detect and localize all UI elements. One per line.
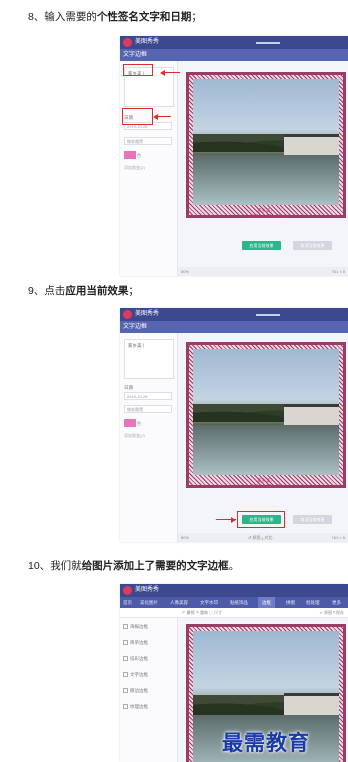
settings-panel: 家乡美丨 日期 2019-10-28 微软雅黑 色 添加渐变(2) [120, 61, 178, 276]
status-bar: 80% ↺ 原图 ⤓ 对比 761 × 5 [178, 533, 348, 542]
app-logo-icon [123, 38, 132, 47]
step-punct: 。 [228, 560, 240, 572]
app-titlebar: 美图秀秀 [120, 584, 348, 597]
signature-textarea[interactable]: 家乡美丨 [124, 339, 174, 379]
photo-image [193, 79, 339, 205]
tab-stickers[interactable]: 贴纸饰品 [230, 597, 248, 608]
date-field[interactable]: 2019-10-28 [124, 392, 172, 400]
arrow-icon [153, 113, 158, 120]
panel-title: 文字边框 [123, 324, 148, 330]
menu-item-texture[interactable]: 纹理边框 [130, 704, 148, 710]
tab-more[interactable]: 更多 [332, 597, 341, 608]
menu-item-text[interactable]: 文字边框 [130, 672, 148, 678]
preview-date: 2019 - 10 - 28 [250, 214, 282, 220]
frame-menu: 海报边框 简单边框 炫彩边框 文字边框 撕边边框 纹理边框 [120, 618, 178, 762]
highlight-box-apply [237, 511, 285, 528]
app-titlebar: 美图秀秀 [120, 36, 348, 49]
menu-item-torn[interactable]: 撕边边框 [130, 688, 148, 694]
arrow-line [164, 72, 180, 74]
status-bar: 80% 761 × 5 [178, 267, 348, 276]
step-number: 8、 [28, 11, 45, 23]
photo-frame: 家乡美！ 2019 - 10 - 28 [186, 342, 346, 490]
gradient-checkbox[interactable]: 添加渐变(2) [124, 433, 145, 439]
text-frame-icon [123, 672, 128, 677]
image-size: 761 × 5 [331, 535, 345, 540]
step-punct: ； [128, 285, 139, 297]
gradient-checkbox[interactable]: 添加渐变(2) [124, 165, 145, 171]
highlight-box-date [122, 108, 153, 125]
app-name: 美图秀秀 [135, 587, 160, 593]
tab-portrait[interactable]: 人像美容 [170, 597, 188, 608]
torn-frame-icon [123, 688, 128, 693]
step-bold-text: 给图片添加上了需要的文字边框 [81, 560, 229, 572]
preview-date: 2019 - 10 - 28 [250, 484, 282, 490]
app-name: 美图秀秀 [135, 39, 160, 45]
date-label: 日期 [124, 385, 133, 390]
window-drag-handle[interactable] [256, 42, 280, 44]
arrow-icon [160, 69, 165, 76]
poster-frame-icon [123, 624, 128, 629]
app-name: 美图秀秀 [135, 311, 160, 317]
toolbar: ↶ 撤销 ↷ 重做 ⬚ 尺寸 ⇐ 原图 ⤒ 保存 [120, 608, 348, 618]
texture-frame-icon [123, 704, 128, 709]
cancel-effect-button[interactable]: 取消当前效果 [293, 515, 332, 524]
zoom-level[interactable]: 80% [181, 535, 189, 540]
main-tabs: 首页 美化图片 人像美容 文字水印 贴纸饰品 边框 拼图 批处理 更多 [120, 597, 348, 608]
app-logo-icon [123, 586, 132, 595]
font-select[interactable]: 微软雅黑 [124, 405, 172, 413]
app-logo-icon [123, 310, 132, 319]
settings-panel: 家乡美丨 日期 2019-10-28 微软雅黑 色 添加渐变(2) [120, 333, 178, 542]
menu-item-colorful[interactable]: 炫彩边框 [130, 656, 148, 662]
step-number: 9、 [28, 285, 45, 297]
arrow-line [157, 116, 171, 118]
watermark-logo: 最需教育 [222, 730, 310, 755]
step-text: 点击 [44, 285, 66, 297]
step-bold-text: 个性签名文字和日期 [96, 11, 192, 23]
step-punct: ； [191, 11, 202, 23]
color-label: 色 [137, 421, 141, 426]
step-10-caption: 10、我们就给图片添加上了需要的文字边框。 [28, 559, 239, 573]
compare-controls[interactable]: ↺ 原图 ⤓ 对比 [248, 533, 272, 542]
panel-title: 文字边框 [123, 52, 148, 58]
photo-image [193, 349, 339, 475]
simple-frame-icon [123, 640, 128, 645]
screenshot-step-9: 美图秀秀 文字边框 家乡美丨 日期 2019-10-28 微软雅黑 色 添加渐变… [120, 308, 348, 542]
screenshot-step-8: 美图秀秀 文字边框 家乡美丨 日期 2019-10-28 微软雅黑 色 添加渐变… [120, 36, 348, 276]
color-swatch[interactable] [124, 151, 136, 159]
menu-item-poster[interactable]: 海报边框 [130, 624, 148, 630]
step-9-caption: 9、点击应用当前效果； [28, 284, 139, 298]
tab-home[interactable]: 首页 [123, 597, 132, 608]
window-drag-handle[interactable] [256, 314, 280, 316]
signature-text: 家乡美丨 [128, 343, 146, 348]
font-select[interactable]: 微软雅黑 [124, 137, 172, 145]
color-swatch[interactable] [124, 419, 136, 427]
step-8-caption: 8、输入需要的个性签名文字和日期； [28, 10, 202, 24]
tab-frames[interactable]: 边框 [258, 597, 275, 608]
panel-header: 文字边框 [120, 49, 348, 61]
image-size: 761 × 5 [331, 269, 345, 274]
step-bold-text: 应用当前效果 [65, 285, 129, 297]
step-number: 10、 [28, 560, 51, 572]
panel-header: 文字边框 [120, 321, 348, 333]
tab-text[interactable]: 文字水印 [200, 597, 218, 608]
step-text: 我们就 [50, 560, 82, 572]
arrow-icon [231, 516, 236, 523]
tab-collage[interactable]: 拼图 [286, 597, 295, 608]
step-text: 输入需要的 [44, 11, 97, 23]
cancel-effect-button[interactable]: 取消当前效果 [293, 241, 332, 250]
undo-redo-controls[interactable]: ↶ 撤销 ↷ 重做 ⬚ 尺寸 [182, 608, 222, 618]
apply-effect-button[interactable]: 应用当前效果 [242, 241, 281, 250]
highlight-box-text [123, 64, 153, 76]
photo-frame: 家乡美！ 2019 - 10 - 28 [186, 72, 346, 220]
save-controls[interactable]: ⇐ 原图 ⤒ 保存 [320, 608, 344, 618]
zoom-level[interactable]: 80% [181, 269, 189, 274]
color-label: 色 [137, 153, 141, 158]
tab-beautify[interactable]: 美化图片 [140, 597, 158, 608]
color-frame-icon [123, 656, 128, 661]
app-titlebar: 美图秀秀 [120, 308, 348, 321]
tab-batch[interactable]: 批处理 [306, 597, 320, 608]
menu-item-simple[interactable]: 简单边框 [130, 640, 148, 646]
